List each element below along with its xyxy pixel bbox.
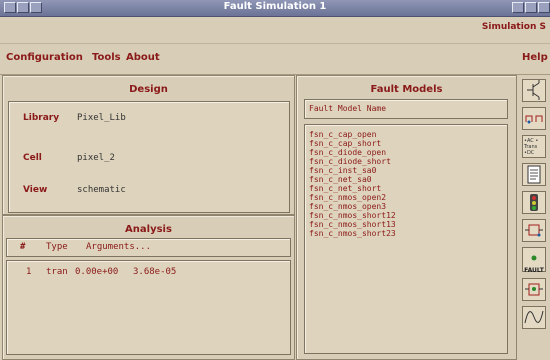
analysis-row-type: tran	[46, 267, 68, 277]
list-item[interactable]: fsn_c_nmos_short12	[309, 211, 396, 220]
library-label: Library	[23, 113, 60, 123]
analysis-header: Analysis	[125, 224, 172, 235]
transistor-icon[interactable]	[522, 79, 546, 102]
list-item[interactable]: fsn_c_cap_open	[309, 130, 396, 139]
analysis-col-num: #	[20, 242, 26, 252]
menu-bar: Configuration Tools About Help	[0, 44, 550, 75]
analysis-row-num: 1	[26, 267, 32, 277]
list-item[interactable]: fsn_c_nmos_open2	[309, 193, 396, 202]
header-strip: Simulation S	[0, 17, 550, 44]
window-title: Fault Simulation 1	[223, 1, 327, 12]
analysis-row-start: 0.00e+00	[75, 267, 119, 277]
menu-about[interactable]: About	[126, 52, 160, 63]
design-panel: Design Library Pixel_Lib Cell pixel_2 Vi…	[2, 75, 295, 215]
simulation-label: Simulation S	[481, 22, 546, 32]
close-button[interactable]	[538, 2, 550, 13]
schematic-connect-icon[interactable]	[522, 219, 546, 242]
list-item[interactable]: fsn_c_nmos_short13	[309, 220, 396, 229]
menu-configuration[interactable]: Configuration	[6, 52, 83, 63]
cell-value[interactable]: pixel_2	[77, 153, 115, 163]
list-item[interactable]: fsn_c_cap_short	[309, 139, 396, 148]
menu-tools[interactable]: Tools	[92, 52, 121, 63]
minimize-button[interactable]	[512, 2, 524, 13]
fault-models-panel: Fault Models Fault Model Name fsn_c_cap_…	[296, 75, 517, 360]
list-item[interactable]: fsn_c_inst_sa0	[309, 166, 396, 175]
list-item[interactable]: fsn_c_diode_open	[309, 148, 396, 157]
fault-model-name-label: Fault Model Name	[309, 104, 387, 113]
analysis-panel: Analysis # Type Arguments... 1 tran 0.00…	[2, 215, 295, 360]
list-item[interactable]: fsn_c_nmos_open3	[309, 202, 396, 211]
analysis-col-type: Type	[46, 242, 68, 252]
view-label: View	[23, 185, 48, 195]
fault-models-list[interactable]: fsn_c_cap_open fsn_c_cap_short fsn_c_dio…	[304, 124, 508, 354]
list-item[interactable]: fsn_c_net_sa0	[309, 175, 396, 184]
ac-dc-analysis-icon[interactable]: •AC • Trans •DC	[522, 135, 546, 158]
right-toolbar: •AC • Trans •DC FAULT	[517, 75, 550, 360]
analysis-row-stop: 3.68e-05	[133, 267, 177, 277]
cell-label: Cell	[23, 153, 42, 163]
list-item[interactable]: fsn_c_diode_short	[309, 157, 396, 166]
traffic-light-icon[interactable]	[522, 191, 546, 214]
menu-help[interactable]: Help	[522, 52, 548, 63]
design-header: Design	[129, 84, 168, 95]
waveform-icon[interactable]	[522, 306, 546, 329]
fault-model-items: fsn_c_cap_open fsn_c_cap_short fsn_c_dio…	[309, 130, 396, 238]
fault-models-header: Fault Models	[370, 84, 443, 95]
view-value[interactable]: schematic	[77, 185, 126, 195]
wire-net-icon[interactable]	[522, 107, 546, 130]
title-bar: Fault Simulation 1	[0, 0, 550, 17]
maximize-button[interactable]	[525, 2, 537, 13]
document-list-icon[interactable]	[522, 163, 546, 186]
fault-model-name-header: Fault Model Name	[304, 99, 508, 119]
analysis-col-args: Arguments...	[86, 242, 152, 252]
component-icon[interactable]	[522, 278, 546, 301]
library-value[interactable]: Pixel_Lib	[77, 113, 126, 123]
list-item[interactable]: fsn_c_net_short	[309, 184, 396, 193]
list-item[interactable]: fsn_c_nmos_short23	[309, 229, 396, 238]
fault-icon[interactable]: FAULT	[522, 247, 546, 274]
